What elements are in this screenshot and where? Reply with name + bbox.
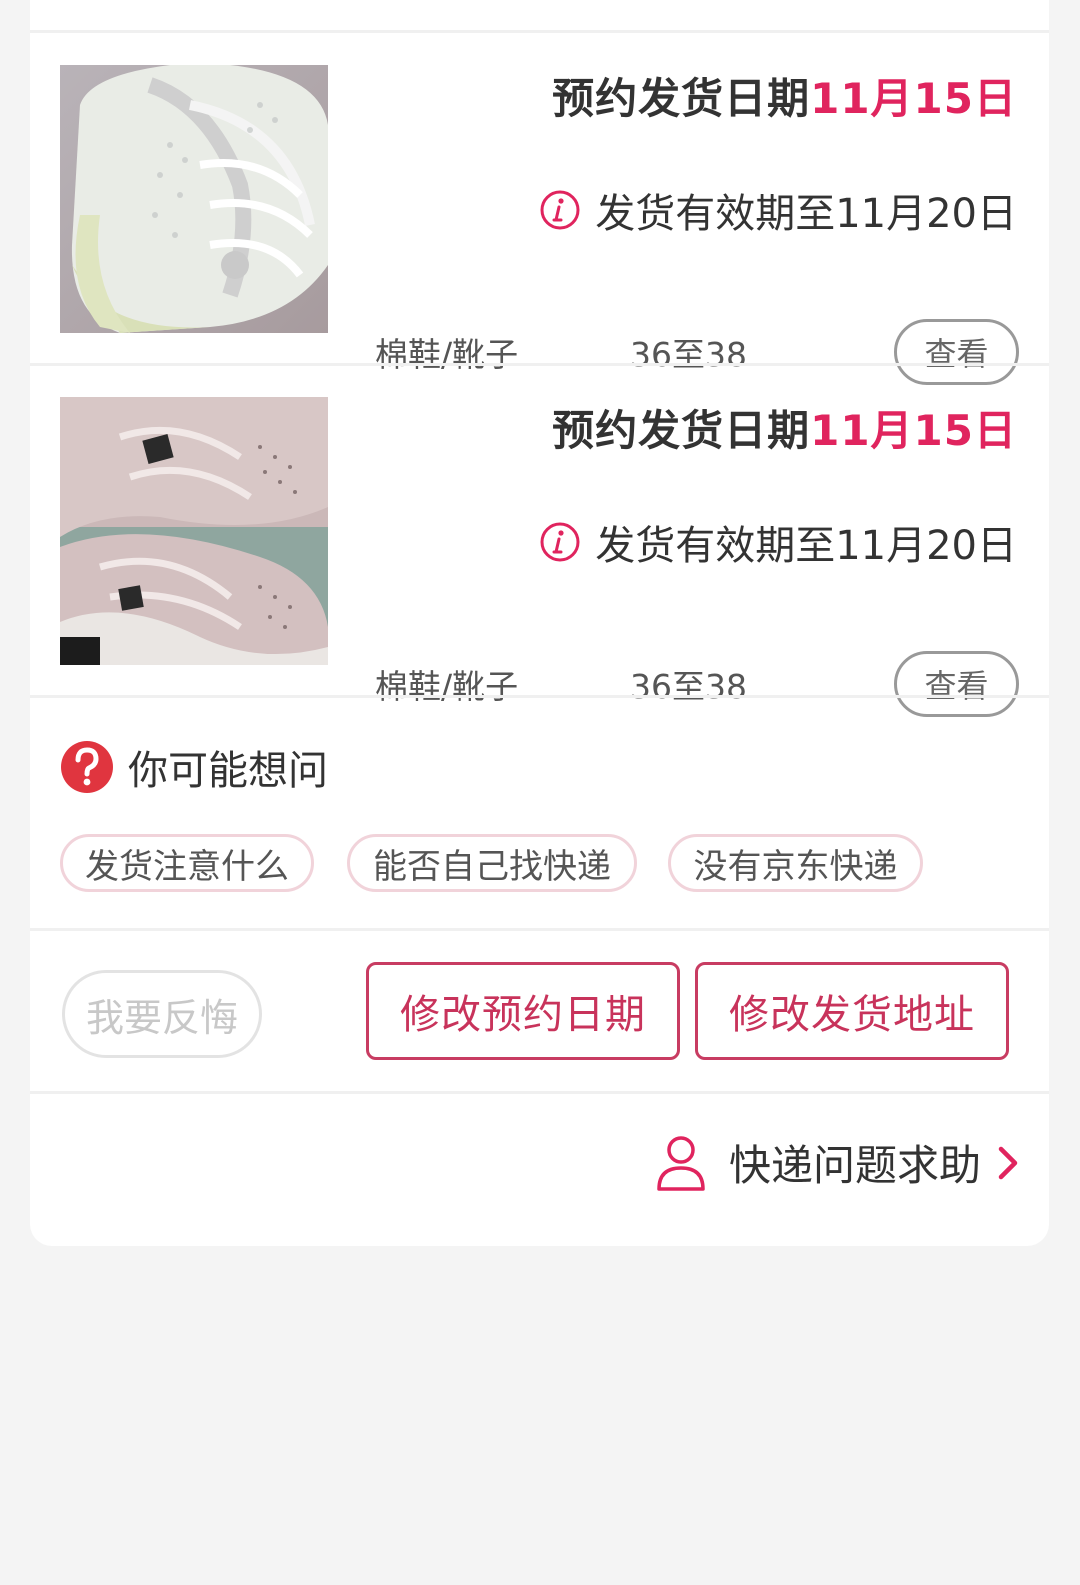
modify-address-button[interactable]: 修改发货地址 (695, 962, 1009, 1060)
product-category: 棉鞋/靴子 (375, 667, 519, 706)
ship-date-label: 预约发货日期 (552, 406, 811, 455)
order-card: 预约发货日期11月15日 发货有效期至11月20日 棉鞋/靴子 36至38 查看 (30, 0, 1049, 1246)
modify-date-button[interactable]: 修改预约日期 (366, 962, 680, 1060)
faq-title: 你可能想问 (128, 748, 328, 794)
divider (30, 695, 1049, 698)
question-icon (61, 741, 113, 793)
valid-until-text: 发货有效期至11月20日 (595, 523, 1017, 569)
product-size: 36至38 (630, 667, 747, 706)
courier-help-link[interactable]: 快递问题求助 (655, 1132, 1021, 1193)
ship-date-label: 预约发货日期 (552, 74, 811, 123)
faq-chip-own-courier[interactable]: 能否自己找快递 (347, 834, 637, 892)
view-button[interactable]: 查看 (894, 651, 1019, 717)
product-item: 预约发货日期11月15日 发货有效期至11月20日 棉鞋/靴子 36至38 查看 (30, 33, 1049, 385)
courier-help-label: 快递问题求助 (728, 1141, 981, 1190)
info-icon (540, 522, 580, 562)
faq-chip-no-jd-express[interactable]: 没有京东快递 (668, 834, 923, 892)
info-icon (540, 190, 580, 230)
product-image[interactable] (60, 397, 328, 665)
valid-until: 发货有效期至11月20日 (539, 513, 1017, 571)
regret-button[interactable]: 我要反悔 (62, 970, 262, 1058)
faq-header: 你可能想问 (60, 738, 328, 796)
ship-date: 预约发货日期11月15日 (552, 65, 1017, 126)
ship-date: 预约发货日期11月15日 (552, 397, 1017, 458)
product-image[interactable] (60, 65, 328, 333)
product-item: 预约发货日期11月15日 发货有效期至11月20日 棉鞋/靴子 36至38 查看 (30, 365, 1049, 717)
valid-until-text: 发货有效期至11月20日 (595, 191, 1017, 237)
divider (30, 928, 1049, 931)
ship-date-value: 11月15日 (810, 406, 1017, 455)
person-icon (657, 1135, 705, 1191)
ship-date-value: 11月15日 (810, 74, 1017, 123)
chevron-right-icon (998, 1146, 1018, 1179)
divider (30, 1091, 1049, 1094)
valid-until: 发货有效期至11月20日 (539, 181, 1017, 239)
faq-chip-shipping-notes[interactable]: 发货注意什么 (60, 834, 314, 892)
